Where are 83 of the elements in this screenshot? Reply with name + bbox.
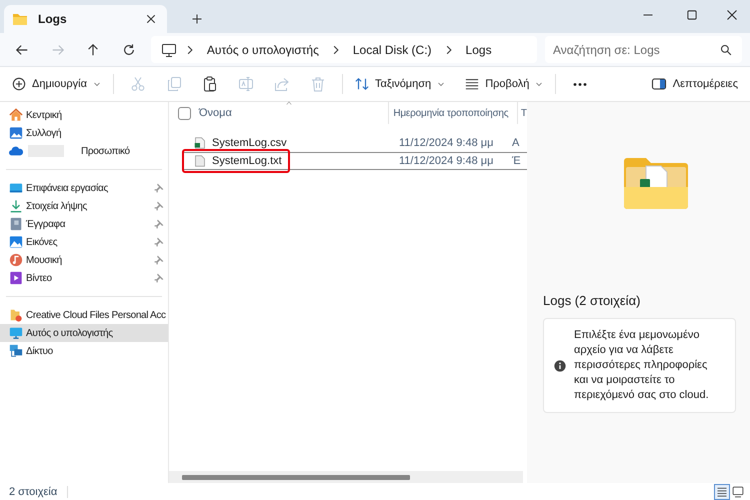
sidebar-item[interactable]: Μουσική — [0, 251, 168, 269]
cloud-icon — [9, 144, 23, 158]
sidebar-item[interactable]: Έγγραφα — [0, 215, 168, 233]
view-button[interactable]: Προβολή — [459, 70, 550, 98]
close-icon — [145, 13, 157, 25]
sidebar-item[interactable]: Συλλογή — [0, 124, 168, 142]
details-pane-icon — [650, 76, 667, 92]
info-icon — [554, 360, 566, 372]
forward-icon — [50, 42, 65, 56]
file-row[interactable]: SystemLog.csv 11/12/2024 9:48 μμ A — [182, 134, 527, 152]
sidebar-item[interactable]: Creative Cloud Files Personal Acc — [0, 306, 168, 324]
spreadsheet-file-icon — [194, 136, 206, 150]
gallery-icon — [9, 126, 23, 140]
search-field[interactable]: Αναζήτηση σε: Logs — [545, 36, 742, 63]
date-cell-text: 11/12/2024 9:48 μμ — [398, 155, 494, 167]
copy-icon — [166, 76, 182, 92]
delete-icon — [310, 76, 326, 92]
sidebar-item[interactable]: Εικόνες — [0, 233, 168, 251]
sort-icon — [354, 77, 369, 91]
sort-caret-icon — [285, 100, 293, 106]
new-tab-icon — [191, 13, 203, 25]
sidebar-item[interactable]: Βίντεο — [0, 269, 168, 287]
video-icon — [9, 271, 23, 285]
music-icon — [9, 253, 23, 267]
breadcrumb[interactable]: Local Disk (C:) — [348, 42, 436, 56]
tiles-view-icon — [732, 486, 744, 498]
caret-icon — [535, 80, 544, 88]
breadcrumb[interactable]: Logs — [462, 42, 496, 56]
breadcrumb[interactable]: Αυτός ο υπολογιστής — [202, 42, 323, 56]
sort-button[interactable]: Ταξινόμηση — [348, 70, 452, 98]
more-icon — [573, 82, 588, 86]
download-icon — [9, 199, 23, 213]
close-icon — [726, 9, 738, 21]
select-all-checkbox[interactable] — [178, 106, 191, 120]
sidebar-item[interactable]: Κεντρική — [0, 106, 168, 124]
date-cell-text: 11/12/2024 9:48 μμ — [398, 137, 494, 149]
documents-icon — [9, 217, 23, 231]
details-button[interactable]: Λεπτομέρειες — [644, 70, 744, 98]
sidebar-item[interactable]: Αυτός ο υπολογιστής — [0, 324, 168, 342]
item-count: 2 στοιχεία — [9, 486, 68, 498]
cut-icon — [130, 76, 146, 92]
table-cell: Έ — [512, 155, 521, 167]
paste-icon — [202, 76, 218, 92]
text-file-icon — [194, 154, 206, 168]
new-button[interactable]: Δημιουργία — [6, 70, 107, 98]
sidebar-item[interactable]: Προσωπικό — [0, 142, 168, 160]
add-icon — [12, 77, 26, 91]
file-row[interactable]: SystemLog.txt 11/12/2024 9:48 μμ Έ — [182, 152, 527, 170]
desktop-icon — [9, 181, 23, 195]
address-bar[interactable]: Αυτός ο υπολογιστής Local Disk (C:) Logs — [150, 36, 537, 63]
details-view-icon — [716, 486, 728, 498]
maximize-icon — [686, 9, 698, 21]
column-header[interactable]: Ημερομηνία τροποποίησης — [388, 102, 517, 124]
info-message: Επιλέξτε ένα μεμονωμένο αρχείο για να λάβετε περισσότερες πληροφορίες και να μοιραστείτε το περιεχόμενό σας στο cloud. — [574, 328, 710, 403]
network-icon — [9, 344, 23, 358]
sidebar-item[interactable]: Στοιχεία λήψης — [0, 197, 168, 215]
details-view-button[interactable] — [714, 484, 730, 500]
folder-icon — [12, 11, 28, 27]
back-icon — [14, 42, 29, 56]
cloud-folder-icon — [9, 308, 23, 322]
column-header[interactable]: Όνομα — [199, 107, 388, 119]
pictures-icon — [9, 235, 23, 249]
computer-icon — [160, 42, 177, 58]
tab-title: Logs — [38, 12, 68, 26]
rename-icon — [238, 76, 254, 92]
caret-icon — [92, 80, 101, 88]
sidebar-item[interactable]: Επιφάνεια εργασίας — [0, 179, 168, 197]
home-icon — [9, 108, 23, 122]
file-name: SystemLog.txt — [183, 154, 390, 168]
refresh-icon — [122, 42, 136, 56]
caret-icon — [437, 80, 446, 88]
details-title: Logs (2 στοιχεία) — [543, 293, 642, 308]
scrollbar[interactable] — [169, 471, 523, 483]
browser-tab[interactable]: Logs — [4, 5, 167, 33]
sidebar-item[interactable]: Δίκτυο — [0, 342, 168, 360]
file-name: SystemLog.csv — [183, 136, 390, 150]
table-cell: A — [512, 137, 520, 149]
up-icon — [86, 42, 100, 56]
list-view-icon — [465, 77, 480, 91]
share-icon — [274, 76, 290, 92]
folder-drawing — [624, 157, 688, 209]
search-icon — [720, 44, 732, 56]
computer-icon — [9, 326, 23, 340]
